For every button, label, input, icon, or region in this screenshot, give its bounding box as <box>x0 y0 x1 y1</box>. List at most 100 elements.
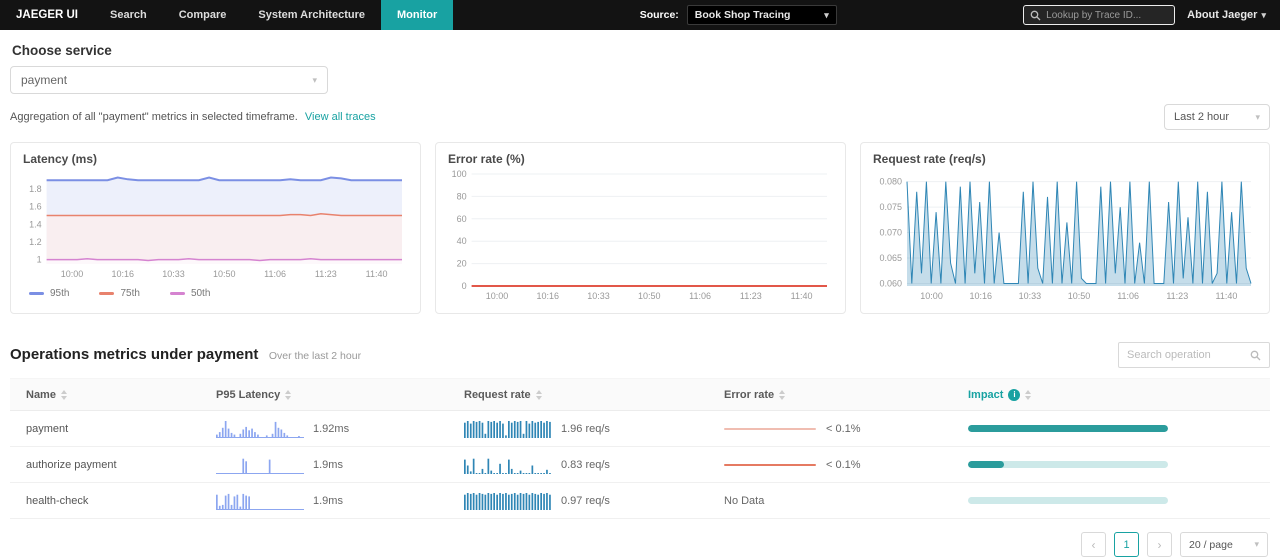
request-rate-cell: 0.83 req/s <box>464 456 724 474</box>
source-picker: Source: Book Shop Tracing ▾ <box>640 0 837 30</box>
page-size-value: 20 / page <box>1189 539 1233 551</box>
svg-text:0.065: 0.065 <box>879 253 902 263</box>
aggregation-text: Aggregation of all "payment" metrics in … <box>10 111 298 123</box>
legend-item-95th[interactable]: 95th <box>29 288 69 299</box>
svg-text:11:23: 11:23 <box>1166 291 1188 301</box>
column-header-request-rate[interactable]: Request rate <box>464 389 724 401</box>
svg-text:0: 0 <box>462 281 467 291</box>
error-rate-card: Error rate (%) 10080604020010:0010:1610:… <box>435 142 846 314</box>
operation-name: payment <box>26 423 216 435</box>
p95-latency-cell: 1.9ms <box>216 456 464 474</box>
svg-text:11:40: 11:40 <box>366 269 388 279</box>
sort-icon[interactable] <box>536 390 542 400</box>
source-select[interactable]: Book Shop Tracing ▾ <box>687 5 837 25</box>
error-rate-chart[interactable]: 10080604020010:0010:1610:3310:5011:0611:… <box>446 168 835 307</box>
monitor-page: Choose service payment ▾ Aggregation of … <box>0 43 1280 557</box>
request-rate-card: Request rate (req/s) 0.0800.0750.0700.06… <box>860 142 1270 314</box>
latency-chart[interactable]: 1.81.61.41.2110:0010:1610:3310:5011:0611… <box>21 168 410 285</box>
svg-text:10:16: 10:16 <box>969 291 992 301</box>
request-rate-sparkline <box>464 456 552 474</box>
app-logo[interactable]: JAEGER UI <box>0 0 94 30</box>
legend-item-75th[interactable]: 75th <box>99 288 139 299</box>
svg-text:40: 40 <box>457 236 467 246</box>
timeframe-select-value: Last 2 hour <box>1174 111 1229 123</box>
latency-sparkline <box>216 420 304 438</box>
legend-item-50th[interactable]: 50th <box>170 288 210 299</box>
svg-text:10:33: 10:33 <box>1019 291 1042 301</box>
info-icon[interactable]: i <box>1008 389 1020 401</box>
chevron-down-icon: ▾ <box>1254 540 1259 549</box>
column-header-impact[interactable]: Impact i <box>968 389 1270 401</box>
chevron-down-icon: ▾ <box>1255 113 1260 122</box>
nav-right-group: About Jaeger ▾ <box>1023 0 1280 30</box>
page-button-1[interactable]: 1 <box>1114 532 1139 557</box>
error-rate-cell: < 0.1% <box>724 423 968 435</box>
svg-text:0.080: 0.080 <box>879 177 902 187</box>
nav-item-compare[interactable]: Compare <box>163 0 243 30</box>
request-rate-chart[interactable]: 0.0800.0750.0700.0650.06010:0010:1610:33… <box>871 168 1259 307</box>
aggregation-note: Aggregation of all "payment" metrics in … <box>10 111 376 123</box>
search-icon <box>1250 350 1261 361</box>
nav-item-monitor[interactable]: Monitor <box>381 0 453 30</box>
impact-cell <box>968 461 1270 468</box>
svg-text:11:06: 11:06 <box>689 291 711 301</box>
timeframe-select[interactable]: Last 2 hour ▾ <box>1164 104 1270 130</box>
svg-text:1: 1 <box>37 255 42 265</box>
svg-text:80: 80 <box>457 191 467 201</box>
view-all-traces-link[interactable]: View all traces <box>305 111 376 123</box>
top-nav: JAEGER UI Search Compare System Architec… <box>0 0 1280 30</box>
p95-latency-cell: 1.92ms <box>216 420 464 438</box>
table-row: payment 1.92ms 1.96 req/s < 0.1% <box>10 411 1270 447</box>
p95-latency-cell: 1.9ms <box>216 492 464 510</box>
latency-card: Latency (ms) 1.81.61.41.2110:0010:1610:3… <box>10 142 421 314</box>
svg-text:10:50: 10:50 <box>638 291 661 301</box>
operations-heading: Operations metrics under payment Over th… <box>10 346 361 364</box>
operations-table: Name P95 Latency Request rate Error rate… <box>10 378 1270 519</box>
error-rate-cell: < 0.1% <box>724 459 968 471</box>
sort-icon[interactable] <box>779 390 785 400</box>
svg-text:10:00: 10:00 <box>486 291 509 301</box>
legend-dash-95th <box>29 292 44 295</box>
svg-text:1.8: 1.8 <box>29 184 42 194</box>
column-header-error-rate[interactable]: Error rate <box>724 389 968 401</box>
impact-bar-fill <box>968 461 1004 468</box>
operation-search-input[interactable] <box>1127 349 1244 361</box>
about-jaeger-label: About Jaeger <box>1187 9 1257 21</box>
sort-icon[interactable] <box>1025 390 1031 400</box>
operation-search[interactable] <box>1118 342 1270 368</box>
impact-bar-track <box>968 425 1168 432</box>
metric-cards: Latency (ms) 1.81.61.41.2110:0010:1610:3… <box>10 142 1270 314</box>
error-rate-sparkline <box>724 428 816 430</box>
about-jaeger-menu[interactable]: About Jaeger ▾ <box>1187 9 1266 21</box>
trace-search-input[interactable] <box>1046 10 1168 21</box>
prev-page-button[interactable]: ‹ <box>1081 532 1106 557</box>
svg-text:10:16: 10:16 <box>536 291 559 301</box>
svg-text:10:33: 10:33 <box>587 291 610 301</box>
error-rate-sparkline <box>724 464 816 466</box>
sort-icon[interactable] <box>61 390 67 400</box>
service-select-value: payment <box>21 73 67 87</box>
service-select[interactable]: payment ▾ <box>10 66 328 94</box>
request-rate-sparkline <box>464 420 552 438</box>
svg-text:10:00: 10:00 <box>61 269 84 279</box>
trace-search[interactable] <box>1023 5 1175 25</box>
svg-text:1.6: 1.6 <box>29 202 42 212</box>
request-rate-sparkline <box>464 492 552 510</box>
sort-icon[interactable] <box>285 390 291 400</box>
page-size-select[interactable]: 20 / page ▾ <box>1180 532 1268 557</box>
svg-text:60: 60 <box>457 214 467 224</box>
nav-item-system-architecture[interactable]: System Architecture <box>242 0 381 30</box>
column-header-p95-latency[interactable]: P95 Latency <box>216 389 464 401</box>
request-rate-cell: 1.96 req/s <box>464 420 724 438</box>
svg-text:0.075: 0.075 <box>879 202 902 212</box>
error-rate-cell: No Data <box>724 495 968 507</box>
chevron-down-icon: ▾ <box>824 11 829 20</box>
next-page-button[interactable]: › <box>1147 532 1172 557</box>
search-icon <box>1030 10 1041 21</box>
svg-text:11:23: 11:23 <box>740 291 762 301</box>
column-header-name[interactable]: Name <box>26 389 216 401</box>
svg-text:0.060: 0.060 <box>879 278 902 288</box>
nav-item-search[interactable]: Search <box>94 0 163 30</box>
source-select-value: Book Shop Tracing <box>695 9 791 21</box>
latency-sparkline <box>216 492 304 510</box>
